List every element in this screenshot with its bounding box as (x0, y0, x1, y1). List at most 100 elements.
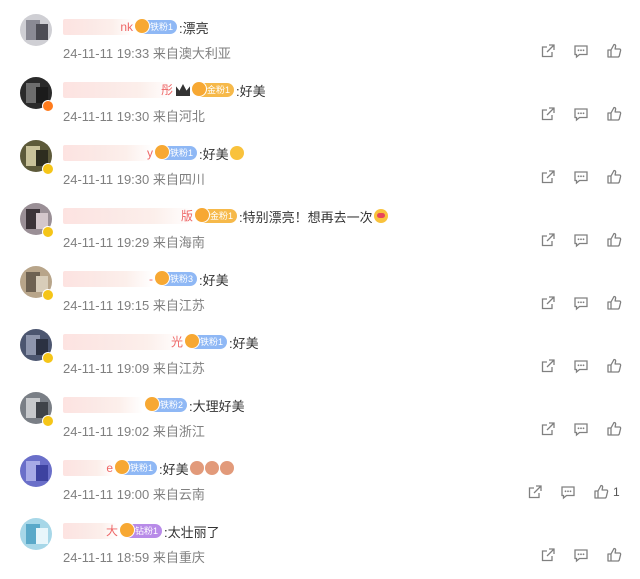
comment-button[interactable] (573, 358, 589, 374)
comment-meta: 24-11-11 19:02 来自浙江 (63, 421, 205, 440)
comment-button[interactable] (573, 295, 589, 311)
fan-level-badge[interactable]: 金粉1 (191, 81, 235, 97)
comment-text: :大理好美 (189, 398, 245, 414)
avatar[interactable] (20, 518, 52, 550)
comment-actions (523, 358, 622, 374)
comment-text: :好美 (229, 335, 259, 351)
avatar[interactable] (20, 14, 52, 46)
fan-level-badge[interactable]: 铁粉1 (154, 144, 198, 160)
comment-button[interactable] (573, 547, 589, 563)
comment-meta: 24-11-11 19:29 来自海南 (63, 232, 205, 251)
like-button[interactable] (606, 358, 622, 374)
share-button[interactable] (540, 43, 556, 59)
comment-header: 铁粉2 :大理好美 (63, 396, 245, 414)
fan-level-label: 钻粉1 (135, 526, 159, 536)
fan-face-icon (134, 18, 150, 34)
timestamp: 24-11-11 19:30 (63, 109, 150, 124)
timestamp: 24-11-11 19:00 (63, 487, 150, 502)
like-count: 1 (613, 485, 620, 499)
fan-level-badge[interactable]: 金粉1 (194, 207, 238, 223)
fan-face-icon (114, 459, 130, 475)
comment-meta: 24-11-11 19:30 来自四川 (63, 169, 205, 188)
share-button[interactable] (540, 169, 556, 185)
comment-text: :好美 (236, 83, 266, 99)
like-button[interactable] (606, 169, 622, 185)
username-link[interactable] (63, 397, 143, 413)
comment-meta: 24-11-11 19:15 来自江苏 (63, 295, 205, 314)
comment-actions (523, 169, 622, 185)
comment-button[interactable] (573, 43, 589, 59)
username-link[interactable]: 彤 (63, 82, 173, 98)
like-button[interactable] (606, 421, 622, 437)
comment-text: :好美 (159, 461, 189, 477)
fan-level-badge[interactable]: 铁粉3 (154, 270, 198, 286)
share-button[interactable] (540, 295, 556, 311)
fan-level-label: 金粉1 (210, 211, 234, 221)
location: 来自重庆 (152, 550, 205, 565)
timestamp: 24-11-11 18:59 (63, 550, 150, 565)
comment-text: :好美 (199, 146, 229, 162)
comment-button[interactable] (573, 169, 589, 185)
fan-level-label: 铁粉1 (150, 22, 174, 32)
username-visible-part: 光 (170, 335, 183, 349)
username-link[interactable]: y (63, 145, 153, 161)
username-link[interactable]: 版 (63, 208, 193, 224)
like-button[interactable] (606, 232, 622, 248)
comment-button[interactable] (560, 484, 576, 500)
username-link[interactable]: 大 (63, 523, 118, 539)
verified-badge-icon (42, 163, 54, 175)
share-button[interactable] (540, 106, 556, 122)
share-button[interactable] (527, 484, 543, 500)
comment-item: 光 铁粉1:好美 24-11-11 19:09 来自江苏 (0, 327, 640, 390)
comment-header: nk 铁粉1:漂亮 (63, 18, 209, 36)
location: 来自江苏 (152, 361, 205, 376)
username-visible-part: - (149, 272, 153, 286)
comment-actions (523, 295, 622, 311)
location: 来自浙江 (152, 424, 205, 439)
like-button[interactable] (606, 547, 622, 563)
fan-face-icon (154, 144, 170, 160)
username-link[interactable]: e (63, 460, 113, 476)
fan-level-label: 铁粉1 (170, 148, 194, 158)
username-link[interactable]: nk (63, 19, 133, 35)
like-button[interactable] (606, 295, 622, 311)
username-redaction (63, 334, 183, 350)
comment-header: - 铁粉3:好美 (63, 270, 229, 288)
fan-level-badge[interactable]: 铁粉1 (134, 18, 178, 34)
location: 来自江苏 (152, 298, 205, 313)
like-button[interactable] (593, 484, 609, 500)
crown-icon (176, 84, 190, 96)
comment-button[interactable] (573, 421, 589, 437)
fan-level-label: 铁粉2 (160, 400, 184, 410)
username-link[interactable]: 光 (63, 334, 183, 350)
fan-level-badge[interactable]: 铁粉2 (144, 396, 188, 412)
fan-level-label: 金粉1 (207, 85, 231, 95)
fan-face-icon (119, 522, 135, 538)
comment-item: - 铁粉3:好美 24-11-11 19:15 来自江苏 (0, 264, 640, 327)
share-button[interactable] (540, 421, 556, 437)
like-button[interactable] (606, 43, 622, 59)
comment-header: 大 钻粉1 :太壮丽了 (63, 522, 220, 540)
verified-badge-icon (42, 289, 54, 301)
avatar[interactable] (20, 455, 52, 487)
username-visible-part: 版 (180, 209, 193, 223)
location: 来自河北 (152, 109, 205, 124)
fan-face-icon (154, 270, 170, 286)
comment-button[interactable] (573, 106, 589, 122)
comment-button[interactable] (573, 232, 589, 248)
timestamp: 24-11-11 19:30 (63, 172, 150, 187)
share-button[interactable] (540, 547, 556, 563)
fan-level-badge[interactable]: 铁粉1 (114, 459, 158, 475)
comment-actions: 1 (510, 484, 620, 500)
comment-text: :太壮丽了 (164, 524, 220, 540)
verified-badge-icon (42, 226, 54, 238)
username-link[interactable]: - (63, 271, 153, 287)
username-redaction (63, 271, 153, 287)
wow-emoji-icon (229, 146, 244, 160)
location: 来自澳大利亚 (152, 46, 231, 61)
fan-level-badge[interactable]: 钻粉1 (119, 522, 163, 538)
fan-level-badge[interactable]: 铁粉1 (184, 333, 228, 349)
like-button[interactable] (606, 106, 622, 122)
share-button[interactable] (540, 358, 556, 374)
share-button[interactable] (540, 232, 556, 248)
